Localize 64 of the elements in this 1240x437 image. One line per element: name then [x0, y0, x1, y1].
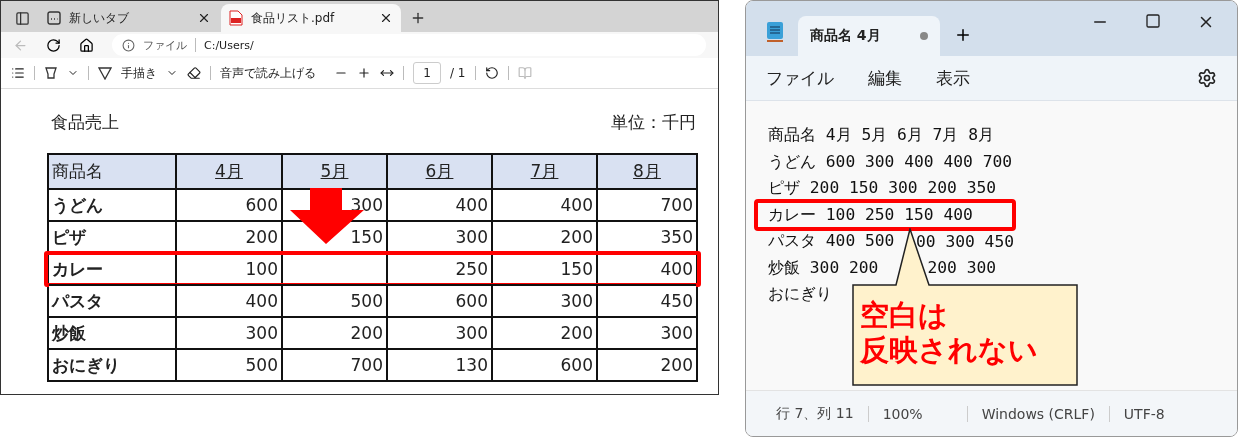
address-url: C:/Users/ [204, 38, 254, 52]
text-line: カレー 100 250 150 400 [768, 203, 973, 226]
table-cell: 300 [386, 222, 491, 252]
status-item: Windows (CRLF) [966, 405, 1109, 422]
highlighter-icon[interactable] [44, 66, 58, 80]
table-cell-text: 炒飯 [50, 321, 87, 345]
zoom-in-icon[interactable] [357, 66, 371, 80]
table-cell: 500 [175, 350, 281, 380]
table-cell-text: うどん [51, 193, 104, 217]
new-tab-icon[interactable] [954, 26, 972, 44]
browser-tab[interactable]: 新しいタブ [39, 4, 219, 32]
menu-item[interactable]: 編集 [868, 66, 902, 90]
status-item: 行 7、列 11 [776, 404, 855, 423]
document-title: 食品売上 [51, 111, 119, 134]
maximize-icon[interactable] [1145, 13, 1161, 29]
eraser-icon[interactable] [187, 66, 201, 80]
table-cell: 700 [281, 350, 386, 380]
text-line: ピザ 200 150 300 200 350 [768, 177, 997, 200]
page-number-field[interactable]: 1 [413, 62, 441, 84]
close-icon[interactable] [197, 11, 211, 25]
rotate-icon[interactable] [484, 66, 499, 80]
menu-item[interactable]: 表示 [936, 66, 970, 90]
table-cell: 200 [175, 222, 281, 252]
notepad-tab[interactable]: 商品名 4月 [798, 16, 940, 56]
column-header: 商品名 [51, 160, 104, 183]
table-cell-text: カレー [51, 257, 104, 281]
table-cell: 200 [596, 350, 696, 380]
notepad-icon [766, 20, 784, 42]
settings-icon[interactable] [1197, 68, 1217, 88]
table-cell: 600 [491, 350, 596, 380]
table-cell-text: ピザ [51, 225, 87, 249]
text-editor[interactable]: 商品名 4月 5月 6月 7月 8月 うどん 600 300 400 400 700 ピザ 200 150 300 200 350 カレー 100 250 150 400 パスタ 400 500 00 300 450 炒飯 300 200 200 300 おにぎり 空白は 反映されない [746, 101, 1237, 390]
reload-icon[interactable] [46, 37, 61, 53]
contents-icon[interactable] [11, 66, 25, 80]
table-cell: 130 [386, 350, 491, 380]
page-total: / 1 [450, 66, 466, 80]
pdf-file-icon [229, 10, 243, 26]
read-aloud-button[interactable]: 音声で読み上げる [220, 64, 316, 82]
info-icon[interactable] [122, 38, 135, 52]
browser-tab[interactable]: 食品リスト.pdf [221, 4, 401, 32]
text-line: 00 300 450 [916, 231, 1014, 251]
address-bar[interactable]: ファイル C:/Users/ [112, 34, 706, 56]
new-tab-icon[interactable] [410, 10, 426, 26]
home-icon[interactable] [79, 37, 94, 53]
table-cell-text: パスタ [50, 289, 104, 313]
text-line: 200 300 [927, 258, 997, 278]
status-item: 100% [867, 405, 967, 422]
unit-label: 単位：千円 [611, 111, 696, 134]
close-icon[interactable] [379, 11, 393, 25]
text-line: 商品名 4月 5月 6月 7月 8月 [768, 124, 995, 147]
tab-page-icon [47, 11, 61, 25]
table-cell-text: おにぎり [51, 353, 121, 377]
text-line: パスタ 400 500 [768, 230, 895, 253]
table-cell: 200 [491, 222, 596, 252]
text-line: うどん 600 300 400 400 700 [768, 150, 1013, 173]
status-item: UTF-8 [1108, 405, 1179, 422]
text-line: 炒飯 300 200 [768, 256, 879, 279]
callout-text: 空白は 反映されない [860, 298, 1038, 368]
draw-button[interactable]: 手描き [121, 64, 157, 82]
address-scheme: ファイル [143, 37, 187, 53]
pen-icon[interactable] [98, 66, 112, 80]
text-line: おにぎり [768, 283, 832, 306]
menu-item[interactable]: ファイル [766, 66, 834, 90]
table-cell: 350 [596, 222, 696, 252]
